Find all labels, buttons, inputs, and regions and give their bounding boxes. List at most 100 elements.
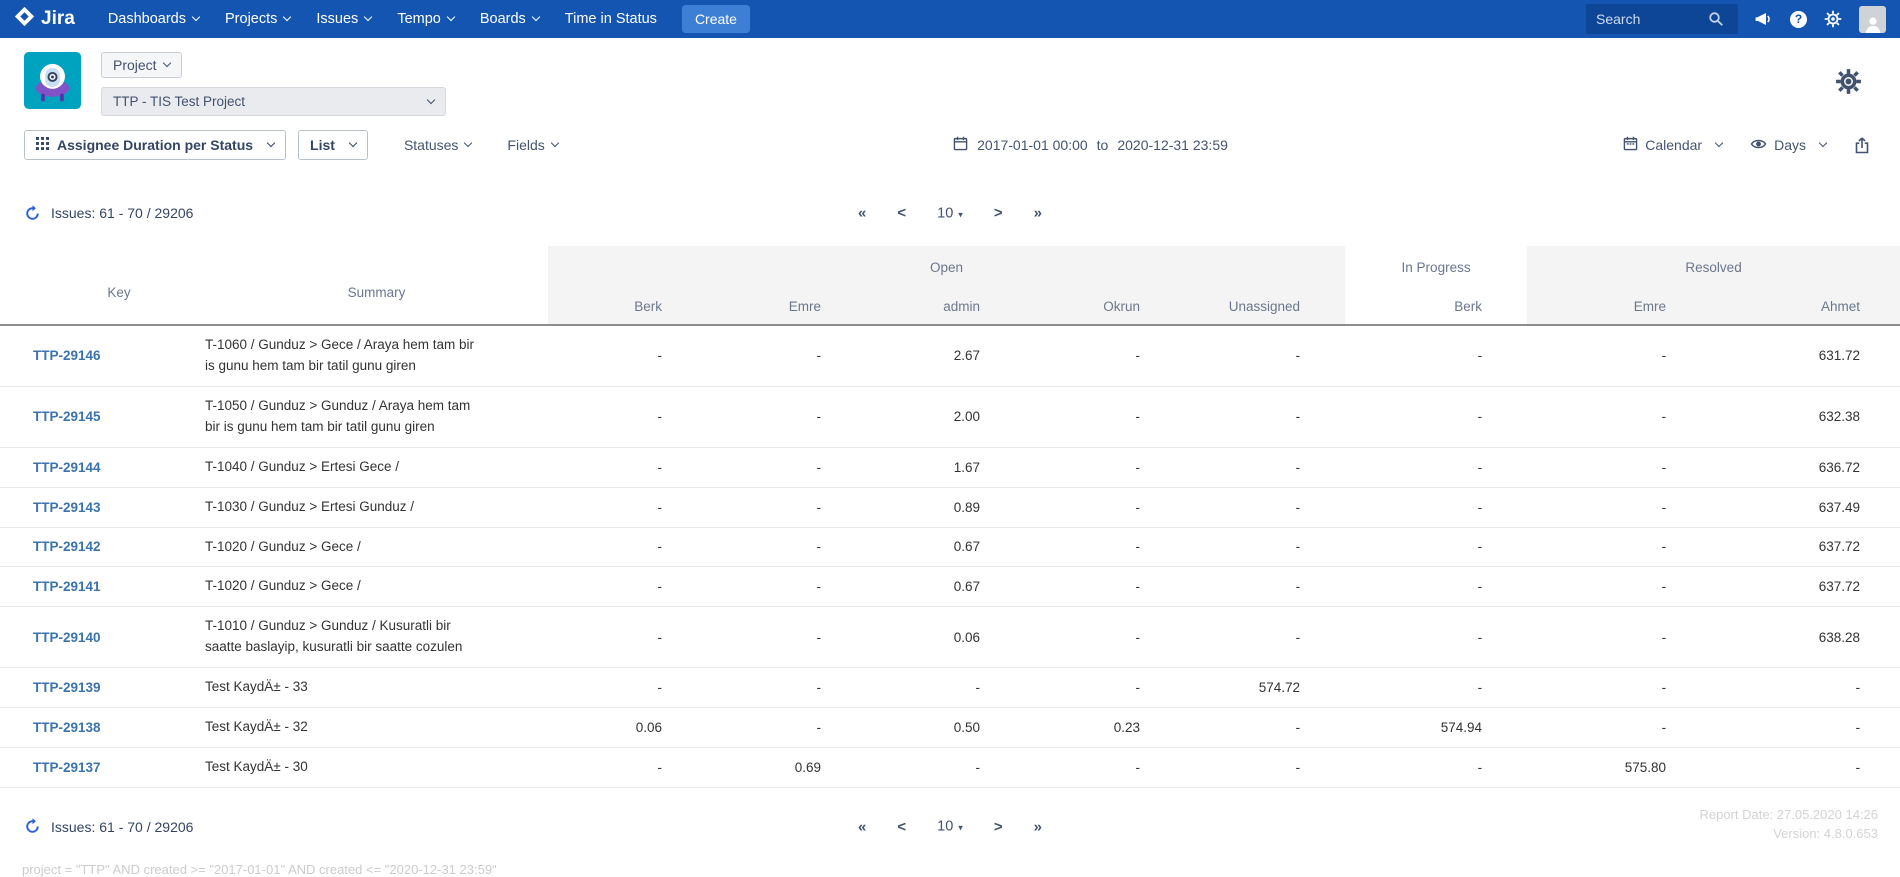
- duration-cell: -: [1711, 708, 1900, 748]
- nav-boards[interactable]: Boards: [480, 11, 539, 27]
- report-toolbar: Assignee Duration per Status List Status…: [0, 124, 1900, 170]
- nav-projects[interactable]: Projects: [225, 11, 290, 27]
- chevron-down-icon: [447, 13, 455, 21]
- duration-cell: -: [707, 607, 866, 668]
- duration-cell: -: [548, 386, 707, 447]
- refresh-icon[interactable]: [24, 205, 41, 222]
- page-size-dropdown[interactable]: 10 ▾: [937, 819, 963, 835]
- issue-key-link[interactable]: TTP-29144: [33, 460, 101, 475]
- fields-dropdown[interactable]: Fields: [507, 137, 557, 153]
- duration-cell: -: [1185, 527, 1345, 567]
- issue-key-link[interactable]: TTP-29139: [33, 680, 101, 695]
- duration-cell: -: [1025, 527, 1185, 567]
- statuses-dropdown[interactable]: Statuses: [404, 137, 471, 153]
- duration-cell: -: [548, 748, 707, 788]
- calendar-mode-dropdown[interactable]: Calendar: [1623, 136, 1722, 154]
- duration-cell: -: [1185, 325, 1345, 386]
- duration-cell: -: [548, 567, 707, 607]
- brand-label: Jira: [41, 8, 75, 30]
- table-row: TTP-29146 T-1060 / Gunduz > Gece / Araya…: [0, 325, 1900, 386]
- issue-summary: T-1040 / Gunduz > Ertesi Gece /: [205, 457, 477, 478]
- duration-cell: -: [1527, 325, 1711, 386]
- table-row: TTP-29142 T-1020 / Gunduz > Gece / - - 0…: [0, 527, 1900, 567]
- nav-issues[interactable]: Issues: [316, 11, 371, 27]
- chevron-down-icon: [1715, 139, 1723, 147]
- jira-brand[interactable]: Jira: [14, 6, 75, 33]
- table-row: TTP-29137 Test KaydÄ± - 30 - 0.69 - - - …: [0, 748, 1900, 788]
- duration-cell: 638.28: [1711, 607, 1900, 668]
- duration-cell: -: [1025, 447, 1185, 487]
- duration-cell: 632.38: [1711, 386, 1900, 447]
- subheader-open-unassigned: Unassigned: [1185, 288, 1345, 325]
- unit-dropdown[interactable]: Days: [1750, 137, 1826, 153]
- issue-summary: T-1050 / Gunduz > Gunduz / Araya hem tam…: [205, 396, 477, 438]
- issue-key-link[interactable]: TTP-29145: [33, 409, 101, 424]
- last-page-button[interactable]: »: [1034, 205, 1042, 222]
- search-input[interactable]: [1596, 11, 1708, 27]
- duration-cell: -: [1345, 447, 1527, 487]
- duration-cell: -: [1711, 668, 1900, 708]
- help-icon[interactable]: ?: [1790, 11, 1807, 28]
- duration-cell: -: [707, 708, 866, 748]
- issue-summary: T-1030 / Gunduz > Ertesi Gunduz /: [205, 497, 477, 518]
- settings-gear-icon[interactable]: [1824, 10, 1842, 28]
- issue-key-link[interactable]: TTP-29140: [33, 630, 101, 645]
- duration-cell: -: [1025, 386, 1185, 447]
- calendar-icon: [953, 136, 968, 154]
- prev-page-button[interactable]: <: [897, 205, 906, 222]
- subheader-open-okrun: Okrun: [1025, 288, 1185, 325]
- report-type-dropdown[interactable]: Assignee Duration per Status: [24, 130, 286, 160]
- table-row: TTP-29144 T-1040 / Gunduz > Ertesi Gece …: [0, 447, 1900, 487]
- issue-key-link[interactable]: TTP-29143: [33, 500, 101, 515]
- nav-dashboards[interactable]: Dashboards: [108, 11, 199, 27]
- duration-cell: -: [1185, 487, 1345, 527]
- duration-cell: -: [707, 527, 866, 567]
- prev-page-button[interactable]: <: [897, 818, 906, 835]
- project-select[interactable]: TTP - TIS Test Project: [101, 87, 446, 116]
- report-settings-gear-icon[interactable]: [1835, 68, 1862, 100]
- user-avatar[interactable]: [1859, 6, 1886, 33]
- status-group-header-row: Key Summary Open In Progress Resolved: [0, 246, 1900, 288]
- announcements-icon[interactable]: [1755, 11, 1773, 27]
- table-body: TTP-29146 T-1060 / Gunduz > Gece / Araya…: [0, 325, 1900, 787]
- duration-cell: -: [866, 668, 1025, 708]
- export-icon[interactable]: [1854, 137, 1870, 154]
- refresh-icon[interactable]: [24, 818, 41, 835]
- first-page-button[interactable]: «: [858, 818, 866, 835]
- duration-cell: -: [1527, 447, 1711, 487]
- duration-cell: 2.67: [866, 325, 1025, 386]
- page-size-dropdown[interactable]: 10 ▾: [937, 205, 963, 221]
- pagination-bottom: « < 10 ▾ > »: [858, 818, 1042, 835]
- duration-cell: 0.67: [866, 527, 1025, 567]
- duration-cell: -: [1025, 668, 1185, 708]
- search-icon[interactable]: [1708, 11, 1724, 27]
- pagination-top: « < 10 ▾ > »: [858, 205, 1042, 222]
- jql-query-text: project = "TTP" AND created >= "2017-01-…: [0, 862, 1900, 877]
- date-to: 2020-12-31 23:59: [1117, 137, 1228, 153]
- duration-cell: -: [1345, 487, 1527, 527]
- scope-dropdown[interactable]: Project: [101, 52, 182, 78]
- next-page-button[interactable]: >: [994, 818, 1003, 835]
- duration-cell: -: [1185, 567, 1345, 607]
- next-page-button[interactable]: >: [994, 205, 1003, 222]
- report-version: Version: 4.8.0.653: [1699, 825, 1878, 844]
- view-mode-dropdown[interactable]: List: [298, 130, 368, 160]
- issue-key-link[interactable]: TTP-29138: [33, 720, 101, 735]
- chevron-down-icon: [464, 139, 472, 147]
- duration-cell: -: [707, 447, 866, 487]
- project-avatar: [24, 52, 81, 109]
- issue-key-link[interactable]: TTP-29142: [33, 539, 101, 554]
- nav-time-in-status[interactable]: Time in Status: [565, 11, 657, 27]
- first-page-button[interactable]: «: [858, 205, 866, 222]
- issue-key-link[interactable]: TTP-29141: [33, 579, 101, 594]
- duration-report-table: Key Summary Open In Progress Resolved Be…: [0, 246, 1900, 788]
- duration-cell: -: [1527, 708, 1711, 748]
- group-header-resolved: Resolved: [1527, 246, 1900, 288]
- date-range-picker[interactable]: 2017-01-01 00:00 to 2020-12-31 23:59: [558, 136, 1623, 154]
- last-page-button[interactable]: »: [1034, 818, 1042, 835]
- duration-cell: -: [1345, 668, 1527, 708]
- issue-key-link[interactable]: TTP-29137: [33, 760, 101, 775]
- create-button[interactable]: Create: [682, 5, 750, 33]
- nav-tempo[interactable]: Tempo: [397, 11, 454, 27]
- issue-key-link[interactable]: TTP-29146: [33, 348, 101, 363]
